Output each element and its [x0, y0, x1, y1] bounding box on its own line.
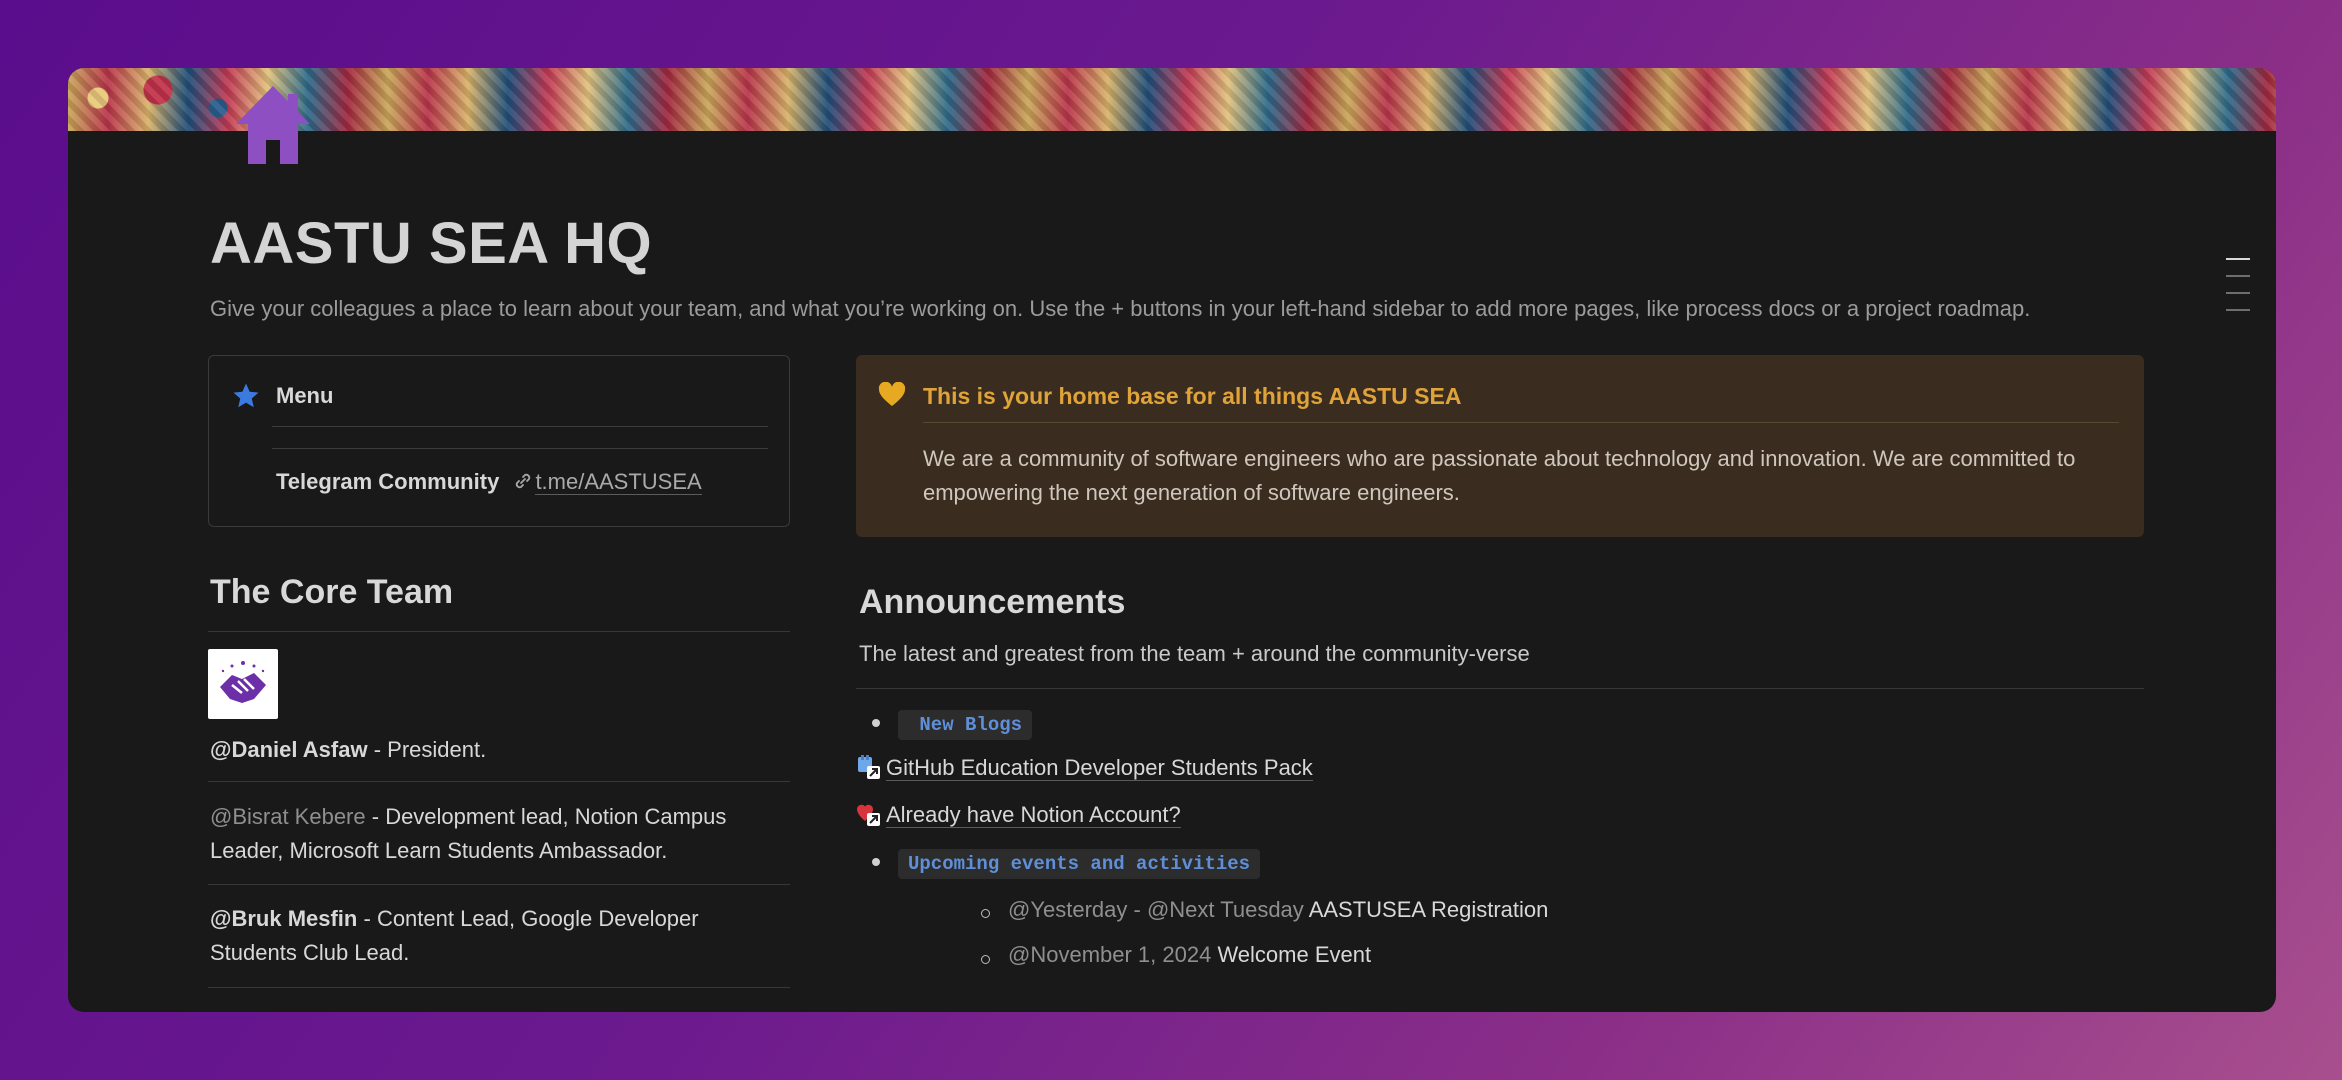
core-team-heading: The Core Team	[210, 573, 454, 611]
home-base-callout: This is your home base for all things AA…	[856, 355, 2144, 537]
link-chain-icon	[516, 473, 531, 489]
team-member-daniel: @Daniel Asfaw - President.	[210, 733, 770, 767]
divider	[856, 688, 2144, 689]
star-icon	[233, 383, 259, 408]
notion-link-icon	[857, 804, 880, 826]
member-mention[interactable]: @Bruk Mesfin	[210, 906, 357, 931]
announcements-heading: Announcements	[859, 583, 1126, 621]
github-link-label[interactable]: GitHub Education Developer Students Pack	[886, 755, 1313, 781]
house-icon[interactable]	[228, 80, 318, 170]
callout-body: We are a community of software engineers…	[923, 446, 2076, 505]
telegram-label: Telegram Community	[276, 469, 500, 494]
telegram-community-row: Telegram Community t.me/AASTUSEA	[276, 469, 702, 495]
github-link-icon	[858, 755, 880, 779]
event-separator: -	[1127, 897, 1147, 922]
event-welcome: @November 1, 2024 Welcome Event	[1008, 942, 1371, 968]
team-member-bisrat: @Bisrat Kebere - Development lead, Notio…	[210, 800, 770, 868]
sub-bullet-circle	[981, 909, 990, 918]
member-role: President.	[387, 737, 487, 762]
menu-title: Menu	[276, 383, 334, 408]
member-separator: -	[357, 906, 377, 931]
divider	[208, 884, 790, 885]
event-name: AASTUSEA Registration	[1303, 897, 1549, 922]
menu-box: Menu Telegram Community t.me/AASTUSEA	[208, 355, 790, 527]
bullet-dot	[872, 719, 880, 727]
event-date-mention[interactable]: @Next Tuesday	[1147, 897, 1304, 922]
handshake-logo[interactable]	[208, 649, 278, 719]
divider	[272, 448, 768, 449]
new-blogs-tag: New Blogs	[898, 710, 1033, 740]
github-education-link[interactable]: GitHub Education Developer Students Pack	[856, 754, 1313, 781]
callout-title: This is your home base for all things AA…	[923, 383, 1462, 409]
member-mention[interactable]: @Daniel Asfaw	[210, 737, 368, 762]
member-mention[interactable]: @Bisrat Kebere	[210, 804, 366, 829]
events-tag: Upcoming events and activities	[898, 849, 1261, 879]
notion-account-link[interactable]: Already have Notion Account?	[856, 801, 1181, 828]
event-name: Welcome Event	[1211, 942, 1372, 967]
divider	[208, 631, 790, 632]
sub-bullet-circle	[981, 955, 990, 964]
event-date-mention[interactable]: @November 1, 2024	[1008, 942, 1211, 967]
telegram-link[interactable]: t.me/AASTUSEA	[535, 469, 702, 495]
event-registration: @Yesterday - @Next Tuesday AASTUSEA Regi…	[1008, 897, 1548, 923]
page-cover-image[interactable]	[68, 68, 2276, 131]
divider	[272, 426, 768, 427]
event-date-mention[interactable]: @Yesterday	[1008, 897, 1127, 922]
member-separator: -	[365, 804, 386, 829]
team-member-bruk: @Bruk Mesfin - Content Lead, Google Deve…	[210, 902, 770, 970]
announcements-subtitle: The latest and greatest from the team + …	[859, 641, 1530, 666]
page-title: AASTU SEA HQ	[210, 211, 653, 276]
notion-page-window: AASTU SEA HQ Give your colleagues a plac…	[68, 68, 2276, 1012]
divider	[208, 987, 790, 988]
bullet-dot	[872, 858, 880, 866]
divider	[923, 422, 2119, 423]
yellow-heart-icon	[878, 382, 906, 406]
divider	[208, 781, 790, 782]
member-separator: -	[367, 737, 388, 762]
page-description: Give your colleagues a place to learn ab…	[210, 296, 2031, 321]
page-outline-toc[interactable]	[2226, 258, 2250, 326]
notion-link-label[interactable]: Already have Notion Account?	[886, 802, 1181, 828]
